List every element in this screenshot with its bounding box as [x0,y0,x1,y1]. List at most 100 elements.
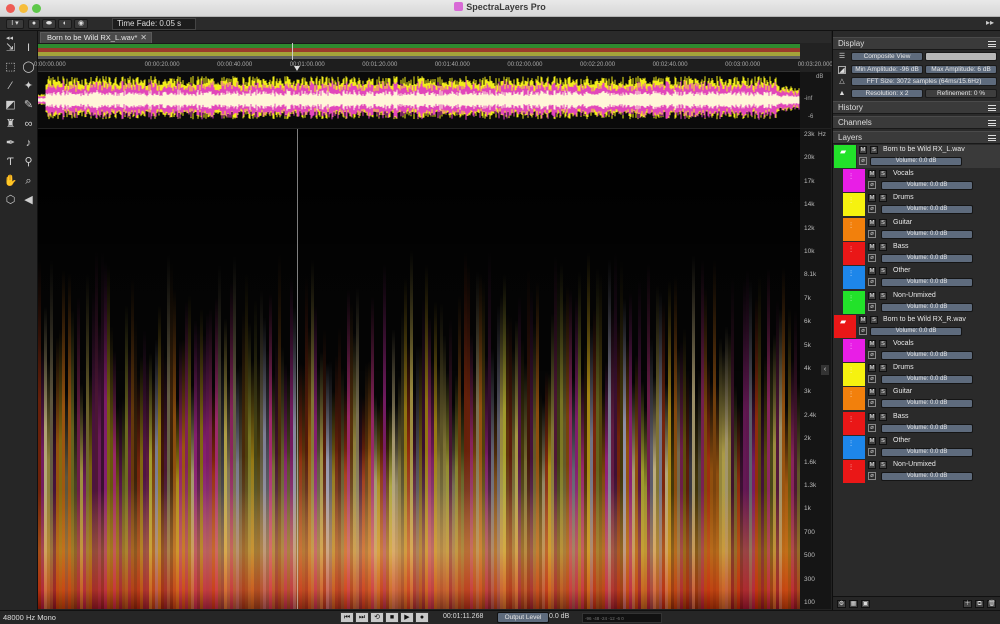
solo-button[interactable]: S [879,437,887,445]
layer-settings-icon[interactable]: ⚙ [837,600,846,608]
link-icon[interactable]: ⌀ [868,423,876,432]
new-layer-icon[interactable]: ＋ [963,600,972,608]
mute-button[interactable]: M [868,242,876,251]
time-fade-field[interactable]: Time Fade: 0.05 s [112,18,196,30]
output-level-slider[interactable]: Output Level [497,612,549,623]
layer-row[interactable]: ⫶ M S Vocals ⌀ Volume: 0.0 dB [833,169,1000,193]
layer-row[interactable]: ⫶ M S Vocals ⌀ Volume: 0.0 dB [833,338,1000,363]
rectangle-select-icon[interactable]: ⬚ [3,60,18,75]
chain-link-icon[interactable]: ∞ [21,117,36,132]
solo-button[interactable]: S [879,364,887,373]
link-icon[interactable]: ⌀ [868,205,876,214]
cube-icon[interactable]: ⬡ [3,193,18,208]
mute-button[interactable]: M [868,437,876,445]
layer-color-swatch[interactable]: ⫶ [843,241,865,265]
layers-section-header[interactable]: Layers [833,131,1000,144]
channels-section-header[interactable]: Channels [833,116,1000,129]
layer-color-swatch[interactable]: ⫶ [843,387,865,411]
mute-button[interactable]: M [868,461,876,470]
layer-volume-slider[interactable]: Volume: 0.0 dB [881,302,973,312]
tone-icon[interactable]: ♪ [21,136,36,151]
link-icon[interactable]: ⌀ [868,448,876,456]
tab-close-icon[interactable]: ✕ [140,33,147,43]
layer-color-swatch[interactable]: ⫶ [843,338,865,362]
link-icon[interactable]: ⌀ [868,350,876,359]
solo-button[interactable]: S [870,146,878,154]
solo-button[interactable]: S [879,267,887,276]
link-icon[interactable]: ⌀ [868,229,876,238]
layer-color-swatch[interactable]: ⫶ [843,217,865,241]
layer-color-swatch[interactable]: ▰ [834,145,856,168]
layer-volume-slider[interactable]: Volume: 0.0 dB [881,229,973,239]
record-icon[interactable]: ● [415,612,429,623]
time-selection-tool-icon[interactable]: ⇲ [3,41,18,56]
layer-color-swatch[interactable]: ⫶ [843,436,865,459]
layer-group-row[interactable]: ▰ M S Born to be Wild RX_R.wav ⌀ Volume: 0.0 … [833,314,1000,339]
mute-button[interactable]: M [868,291,876,300]
layer-row[interactable]: ⫶ M S Guitar ⌀ Volume: 0.0 dB [833,387,1000,411]
trash-icon[interactable]: 🗑 [987,600,996,608]
pen-icon[interactable]: ✒ [3,136,18,151]
layers-menu-icon[interactable] [988,135,996,141]
solo-button[interactable]: S [879,412,887,421]
solo-button[interactable]: S [879,461,887,470]
document-tab[interactable]: Born to be Wild RX_L.wav* ✕ [40,32,152,43]
link-icon[interactable]: ⌀ [868,375,876,384]
half-circle-mode-button[interactable]: ◐ [58,19,72,29]
layer-volume-slider[interactable]: Volume: 0.0 dB [881,350,973,360]
skip-end-icon[interactable]: ⏭ [355,612,369,623]
brush-select-icon[interactable]: ⁄ [3,79,18,94]
mute-button[interactable]: M [868,364,876,373]
composite-view-button[interactable]: Composite View [851,52,923,61]
render-mode-button[interactable] [925,52,997,61]
cursor-mode-dropdown[interactable]: I ▾ [6,19,24,29]
layer-row[interactable]: ⫶ M S Non-Unmixed ⌀ Volume: 0.0 dB [833,460,1000,484]
waveform-view[interactable] [38,72,800,128]
hand-icon[interactable]: ✋ [3,174,18,189]
layer-color-swatch[interactable]: ▰ [834,314,856,338]
paint-brush-icon[interactable]: ✎ [21,98,36,113]
layer-color-swatch[interactable]: ⫶ [843,460,865,484]
mute-button[interactable]: M [868,388,876,397]
layer-volume-slider[interactable]: Volume: 0.0 dB [881,375,973,385]
mute-button[interactable]: M [868,218,876,227]
refinement-field[interactable]: Refinement: 0 % [925,89,997,98]
solo-button[interactable]: S [879,388,887,397]
link-icon[interactable]: ⌀ [868,302,876,311]
layer-row[interactable]: ⫶ M S Drums ⌀ Volume: 0.0 dB [833,363,1000,387]
spectrogram-view[interactable] [38,129,800,609]
layer-volume-slider[interactable]: Volume: 0.0 dB [870,326,962,336]
mute-button[interactable]: M [859,315,867,324]
play-icon[interactable]: ▶ [400,612,414,623]
min-amplitude-field[interactable]: Min Amplitude: -96 dB [851,65,923,74]
time-ruler[interactable]: 0:00:00.000 00:00:20.000 00:00:40.000 00:01… [34,60,833,72]
eraser-icon[interactable]: ◩ [3,98,18,113]
pitch-tool-icon[interactable]: Ƭ [3,155,18,170]
solo-button[interactable]: S [879,170,887,178]
eye-mode-button[interactable]: ◉ [74,19,88,29]
layer-volume-slider[interactable]: Volume: 0.0 dB [881,278,973,288]
link-icon[interactable]: ⌀ [868,472,876,481]
solo-button[interactable]: S [879,291,887,300]
max-amplitude-field[interactable]: Max Amplitude: 6 dB [925,65,997,74]
speaker-icon[interactable]: ◀ [21,193,36,208]
zoom-icon[interactable]: ⌕ [21,174,36,189]
layer-color-swatch[interactable]: ⫶ [843,411,865,435]
stop-icon[interactable]: ■ [385,612,399,623]
solo-button[interactable]: S [879,339,887,348]
skip-start-icon[interactable]: ⏮ [340,612,354,623]
layer-row[interactable]: ⫶ M S Bass ⌀ Volume: 0.0 dB [833,241,1000,266]
text-cursor-tool-icon[interactable]: I [21,41,36,56]
layer-row[interactable]: ⫶ M S Other ⌀ Volume: 0.0 dB [833,436,1000,460]
mute-button[interactable]: M [868,412,876,421]
link-icon[interactable]: ⌀ [859,157,867,165]
layer-color-swatch[interactable]: ⫶ [843,290,865,314]
layer-volume-slider[interactable]: Volume: 0.0 dB [881,423,973,433]
layer-color-swatch[interactable]: ⫶ [843,363,865,387]
solo-button[interactable]: S [879,194,887,203]
magic-wand-icon[interactable]: ✦ [21,79,36,94]
history-section-header[interactable]: History [833,101,1000,114]
display-section-header[interactable]: Display [833,37,1000,50]
mute-button[interactable]: M [868,194,876,203]
layer-volume-slider[interactable]: Volume: 0.0 dB [881,448,973,457]
